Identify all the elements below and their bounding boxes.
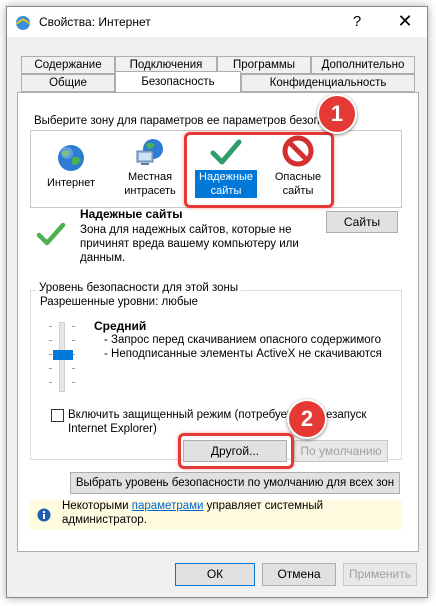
allowed-levels-label: Разрешенные уровни: любые [40,296,199,308]
info-icon [37,508,51,522]
reset-all-zones-button[interactable]: Выбрать уровень безопасности по умолчани… [70,472,400,494]
annotation-badge-1: 1 [317,94,357,134]
admin-info-line1: Некоторыми параметрами управляет системн… [62,500,323,512]
admin-info-prefix: Некоторыми [62,500,132,512]
security-level-name: Средний [94,319,147,333]
security-level-slider-thumb[interactable] [53,350,73,360]
slider-tick [49,382,52,383]
admin-info-suffix: управляет системный [203,500,324,512]
zone-local-intranet[interactable]: Местная интрасеть [115,131,185,207]
tab-content[interactable]: Содержание [21,56,115,74]
slider-tick [49,340,52,341]
default-level-button[interactable]: По умолчанию [294,440,388,462]
security-level-bullet-2: - Неподписанные элементы ActiveX не скач… [104,348,382,360]
admin-info-link[interactable]: параметрами [132,500,204,512]
tab-advanced[interactable]: Дополнительно [311,56,415,74]
tab-privacy[interactable]: Конфиденциальность [241,74,415,92]
annotation-highlight-zones [184,132,334,208]
annotation-badge-2: 2 [287,399,327,439]
zone-description-line2: причинят вреда вашему компьютеру или [80,238,299,250]
slider-tick [72,382,75,383]
zone-title: Надежные сайты [80,207,183,221]
slider-tick [72,368,75,369]
zone-internet-label: Интернет [47,177,95,189]
globe-icon [58,145,84,171]
sites-button[interactable]: Сайты [326,211,398,233]
annotation-highlight-custom [178,433,294,469]
protected-mode-checkbox[interactable] [51,409,64,422]
select-zone-prompt: Выберите зону для параметров ее параметр… [34,115,334,127]
ok-button[interactable]: ОК [175,563,255,586]
tab-general[interactable]: Общие [21,74,115,92]
close-button[interactable]: ✕ [393,11,417,33]
intranet-icon [136,139,163,165]
security-level-group-title: Уровень безопасности для этой зоны [36,282,242,294]
tab-security[interactable]: Безопасность [115,71,241,92]
slider-tick [72,340,75,341]
slider-tick [49,326,52,327]
cancel-button[interactable]: Отмена [262,563,336,586]
help-button[interactable]: ? [347,13,367,33]
security-level-bullet-1: - Запрос перед скачиванием опасного соде… [104,334,381,346]
zone-description-line3: данным. [80,252,126,264]
window-title: Свойства: Интернет [39,15,151,29]
slider-tick [49,368,52,369]
zone-local-intranet-label-2: интрасеть [124,185,176,197]
zone-description-line1: Зона для надежных сайтов, которые не [80,224,292,236]
internet-options-icon [15,16,31,30]
trusted-zone-checkmark-icon [36,222,66,246]
apply-button[interactable]: Применить [343,563,417,586]
zone-internet[interactable]: Интернет [41,131,101,207]
slider-tick [49,354,52,355]
zone-local-intranet-label-1: Местная [127,171,173,183]
admin-info-line2: администратор. [62,514,147,526]
title-bar: Свойства: Интернет ? ✕ [7,7,427,37]
slider-tick [72,326,75,327]
protected-mode-label-2: Internet Explorer) [68,423,157,435]
